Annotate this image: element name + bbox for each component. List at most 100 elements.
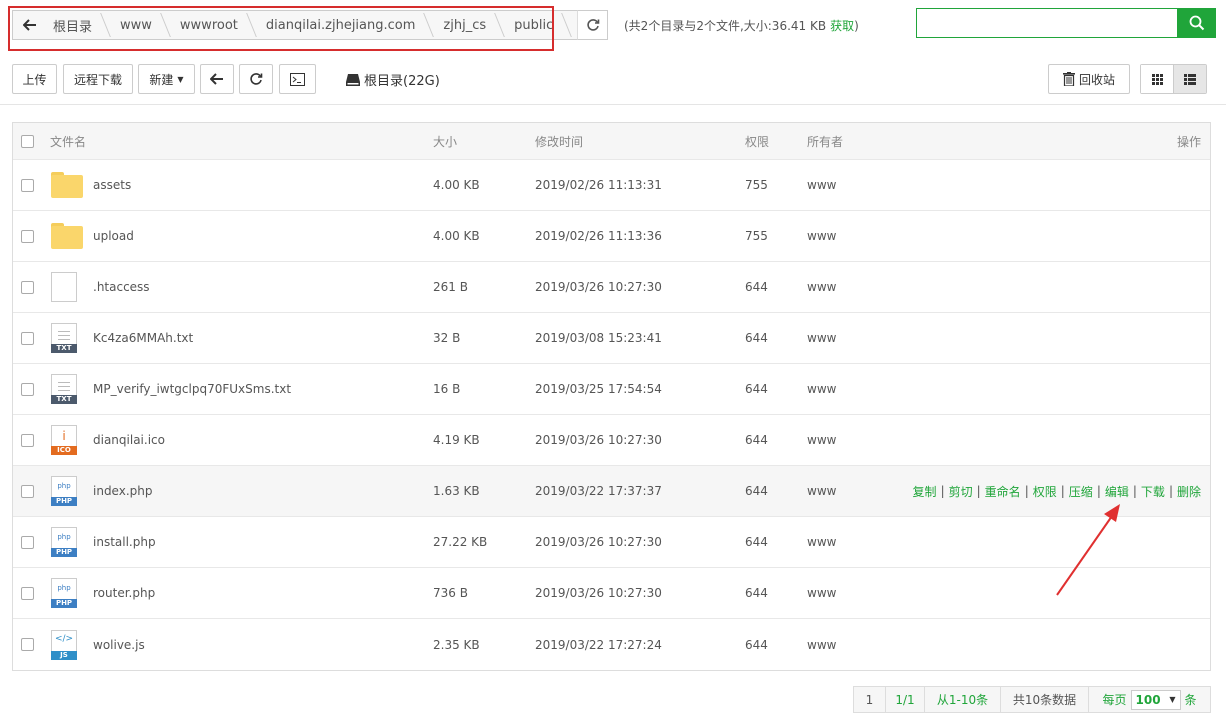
toolbar-divider (0, 104, 1226, 105)
crumb-public[interactable]: public (500, 11, 567, 39)
header-mtime[interactable]: 修改时间 (535, 123, 583, 159)
row-checkbox[interactable] (21, 415, 35, 465)
crumb-domain[interactable]: dianqilai.zjhejiang.com (252, 11, 430, 39)
rename-link[interactable]: 重命名 (985, 483, 1021, 500)
folder-icon (51, 160, 85, 210)
permission-link[interactable]: 权限 (1033, 483, 1057, 500)
upload-button[interactable]: 上传 (12, 64, 57, 94)
row-checkbox[interactable] (21, 262, 35, 312)
file-name[interactable]: assets (93, 160, 131, 210)
table-row[interactable]: </> JS wolive.js 2.35 KB 2019/03/22 17:27… (13, 619, 1210, 670)
file-perm[interactable]: 755 (745, 211, 768, 261)
per-page-select[interactable]: 100 ▼ (1130, 689, 1181, 710)
download-link[interactable]: 下载 (1141, 483, 1165, 500)
table-row[interactable]: TXT MP_verify_iwtgclpq70FUxSms.txt 16 B … (13, 364, 1210, 415)
row-checkbox[interactable] (21, 211, 35, 261)
table-row[interactable]: .htaccess 261 B 2019/03/26 10:27:30 644 … (13, 262, 1210, 313)
back-arrow-icon (210, 73, 223, 85)
row-checkbox[interactable] (21, 568, 35, 618)
per-page-unit: 条 (1184, 693, 1197, 707)
php-file-icon: php PHP (51, 517, 85, 567)
page-number[interactable]: 1 (853, 686, 886, 713)
per-page-value: 100 (1135, 692, 1161, 707)
header-perm: 权限 (745, 134, 770, 149)
crumb-zjhj-cs[interactable]: zjhj_cs (429, 11, 500, 39)
file-name[interactable]: wolive.js (93, 619, 145, 670)
file-perm[interactable]: 644 (745, 517, 768, 567)
table-row[interactable]: php PHP router.php 736 B 2019/03/26 10:27… (13, 568, 1210, 619)
row-checkbox[interactable] (21, 517, 35, 567)
path-breadcrumb: 根目录 www wwwroot dianqilai.zjhejiang.com … (12, 10, 608, 40)
recycle-bin-button[interactable]: 回收站 (1048, 64, 1130, 94)
disk-indicator[interactable]: 根目录(22G) (346, 70, 440, 89)
file-size: 261 B (433, 280, 468, 294)
file-size: 27.22 KB (433, 535, 488, 549)
search-input[interactable] (916, 8, 1178, 38)
file-name[interactable]: upload (93, 211, 134, 261)
table-row[interactable]: TXT Kc4za6MMAh.txt 32 B 2019/03/08 15:23… (13, 313, 1210, 364)
file-name[interactable]: MP_verify_iwtgclpq70FUxSms.txt (93, 364, 291, 414)
recycle-bin-label: 回收站 (1078, 72, 1115, 87)
file-size: 1.63 KB (433, 484, 480, 498)
file-perm[interactable]: 644 (745, 568, 768, 618)
file-perm[interactable]: 644 (745, 466, 768, 516)
crumb-wwwroot[interactable]: wwwroot (166, 11, 252, 39)
table-row[interactable]: upload 4.00 KB 2019/02/26 11:13:36 755 w… (13, 211, 1210, 262)
fetch-size-link[interactable]: 获取 (830, 19, 854, 33)
file-perm[interactable]: 644 (745, 364, 768, 414)
select-all-checkbox[interactable] (21, 123, 35, 159)
file-perm[interactable]: 644 (745, 415, 768, 465)
crumb-www[interactable]: www (106, 11, 166, 39)
refresh-button[interactable] (239, 64, 273, 94)
file-perm[interactable]: 644 (745, 313, 768, 363)
terminal-button[interactable] (279, 64, 316, 94)
file-mtime: 2019/02/26 11:13:31 (535, 178, 662, 192)
file-table: 文件名 大小 修改时间 权限 所有者 操作 assets 4.00 KB 201… (12, 122, 1211, 671)
new-dropdown-button[interactable]: 新建 ▼ (138, 64, 195, 94)
file-size: 736 B (433, 586, 468, 600)
file-name[interactable]: install.php (93, 517, 156, 567)
table-row[interactable]: i ICO dianqilai.ico 4.19 KB 2019/03/26 10… (13, 415, 1210, 466)
file-owner: www (807, 586, 837, 600)
file-owner: www (807, 178, 837, 192)
js-file-icon: </> JS (51, 619, 85, 670)
crumb-root[interactable]: 根目录 (47, 11, 106, 39)
caret-down-icon: ▼ (1169, 694, 1176, 704)
edit-link[interactable]: 编辑 (1105, 483, 1129, 500)
search-button[interactable] (1178, 8, 1216, 38)
file-perm[interactable]: 644 (745, 262, 768, 312)
php-file-icon: php PHP (51, 568, 85, 618)
table-row[interactable]: php PHP index.php 1.63 KB 2019/03/22 17:3… (13, 466, 1210, 517)
go-back-button[interactable] (200, 64, 234, 94)
file-owner: www (807, 484, 837, 498)
file-perm[interactable]: 644 (745, 619, 768, 670)
total-count: 共10条数据 (1000, 686, 1089, 713)
header-name[interactable]: 文件名 (50, 123, 86, 159)
file-name[interactable]: .htaccess (93, 262, 150, 312)
list-view-button[interactable] (1173, 65, 1206, 93)
row-checkbox[interactable] (21, 364, 35, 414)
file-name[interactable]: router.php (93, 568, 155, 618)
cut-link[interactable]: 剪切 (949, 483, 973, 500)
delete-link[interactable]: 删除 (1177, 483, 1201, 500)
file-name[interactable]: Kc4za6MMAh.txt (93, 313, 193, 363)
copy-link[interactable]: 复制 (913, 483, 937, 500)
header-size[interactable]: 大小 (433, 123, 457, 159)
php-file-icon: php PHP (51, 466, 85, 516)
table-row[interactable]: php PHP install.php 27.22 KB 2019/03/26 1… (13, 517, 1210, 568)
compress-link[interactable]: 压缩 (1069, 483, 1093, 500)
folder-icon (51, 211, 85, 261)
row-checkbox[interactable] (21, 160, 35, 210)
grid-view-button[interactable] (1141, 65, 1173, 93)
row-checkbox[interactable] (21, 619, 35, 670)
row-checkbox[interactable] (21, 313, 35, 363)
table-row[interactable]: assets 4.00 KB 2019/02/26 11:13:31 755 w… (13, 160, 1210, 211)
file-name[interactable]: index.php (93, 466, 152, 516)
row-checkbox[interactable] (21, 466, 35, 516)
remote-download-button[interactable]: 远程下载 (63, 64, 133, 94)
back-arrow-icon[interactable] (13, 11, 47, 39)
refresh-path-button[interactable] (577, 10, 608, 40)
file-owner: www (807, 229, 837, 243)
file-perm[interactable]: 755 (745, 160, 768, 210)
file-name[interactable]: dianqilai.ico (93, 415, 165, 465)
